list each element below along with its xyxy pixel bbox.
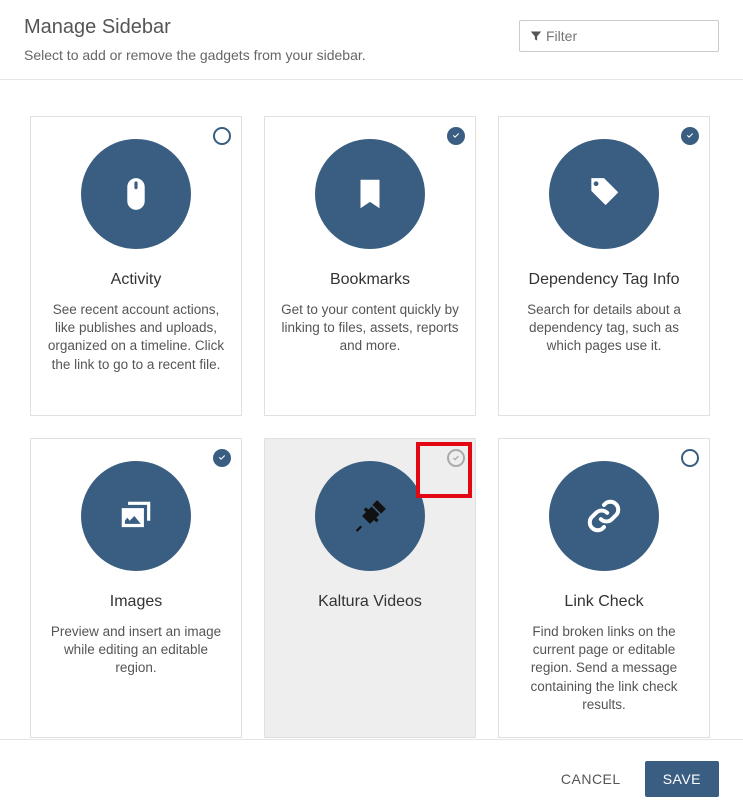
gadget-grid: Activity See recent account actions, like… bbox=[30, 116, 713, 738]
gadget-card[interactable]: Activity See recent account actions, like… bbox=[30, 116, 242, 416]
gadget-description: Preview and insert an image while editin… bbox=[45, 623, 227, 678]
unselected-badge-icon[interactable] bbox=[213, 127, 231, 145]
unselected-badge-icon[interactable] bbox=[681, 449, 699, 467]
save-button[interactable]: SAVE bbox=[645, 761, 719, 797]
gadget-description: See recent account actions, like publish… bbox=[45, 301, 227, 374]
gadget-description: Find broken links on the current page or… bbox=[513, 623, 695, 714]
gadget-title: Dependency Tag Info bbox=[513, 271, 695, 289]
gadget-title: Activity bbox=[45, 271, 227, 289]
images-icon bbox=[81, 461, 191, 571]
selected-badge-icon[interactable] bbox=[681, 127, 699, 145]
bookmark-icon bbox=[315, 139, 425, 249]
gadget-title: Kaltura Videos bbox=[279, 593, 461, 611]
dialog-header: Manage Sidebar Select to add or remove t… bbox=[0, 0, 743, 80]
gadget-description: Get to your content quickly by linking t… bbox=[279, 301, 461, 356]
gadget-scroll-area[interactable]: Activity See recent account actions, like… bbox=[0, 80, 743, 740]
filter-container[interactable] bbox=[519, 20, 719, 52]
dialog-footer: CANCEL SAVE bbox=[0, 746, 743, 812]
gadget-card[interactable]: Link Check Find broken links on the curre… bbox=[498, 438, 710, 738]
mouse-icon bbox=[81, 139, 191, 249]
selected-badge-icon[interactable] bbox=[213, 449, 231, 467]
page-title: Manage Sidebar bbox=[24, 16, 519, 39]
link-icon bbox=[549, 461, 659, 571]
plug-icon bbox=[315, 461, 425, 571]
tutorial-highlight bbox=[416, 442, 472, 498]
tag-icon bbox=[549, 139, 659, 249]
select-badge-hover-icon[interactable] bbox=[447, 449, 465, 467]
gadget-card[interactable]: Kaltura Videos bbox=[264, 438, 476, 738]
page-subtitle: Select to add or remove the gadgets from… bbox=[24, 47, 519, 63]
filter-icon bbox=[530, 30, 542, 42]
gadget-card[interactable]: Dependency Tag Info Search for details ab… bbox=[498, 116, 710, 416]
cancel-button[interactable]: CANCEL bbox=[557, 761, 625, 797]
selected-badge-icon[interactable] bbox=[447, 127, 465, 145]
gadget-description: Search for details about a dependency ta… bbox=[513, 301, 695, 356]
gadget-title: Images bbox=[45, 593, 227, 611]
gadget-title: Link Check bbox=[513, 593, 695, 611]
gadget-title: Bookmarks bbox=[279, 271, 461, 289]
gadget-card[interactable]: Images Preview and insert an image while … bbox=[30, 438, 242, 738]
filter-input[interactable] bbox=[546, 28, 727, 44]
gadget-card[interactable]: Bookmarks Get to your content quickly by … bbox=[264, 116, 476, 416]
